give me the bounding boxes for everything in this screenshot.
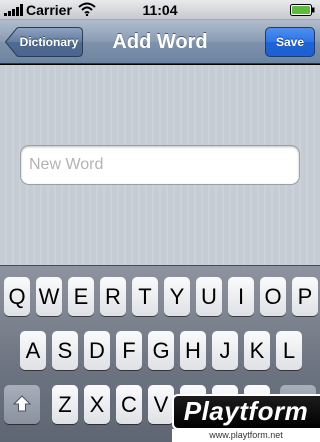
key-l[interactable]: L: [276, 331, 302, 370]
key-g[interactable]: G: [148, 331, 174, 370]
navigation-bar: Dictionary Add Word Save: [0, 20, 320, 64]
battery-icon: [290, 4, 315, 16]
key-y[interactable]: Y: [164, 277, 190, 316]
key-o[interactable]: O: [260, 277, 286, 316]
key-i[interactable]: I: [228, 277, 254, 316]
key-u[interactable]: U: [196, 277, 222, 316]
key-q[interactable]: Q: [4, 277, 30, 316]
key-k[interactable]: K: [244, 331, 270, 370]
watermark-brand: Playtform: [183, 396, 309, 426]
shift-key[interactable]: [4, 385, 40, 424]
key-h[interactable]: H: [180, 331, 206, 370]
key-v[interactable]: V: [148, 385, 174, 424]
key-w[interactable]: W: [36, 277, 62, 316]
key-t[interactable]: T: [132, 277, 158, 316]
key-c[interactable]: C: [116, 385, 142, 424]
clock: 11:04: [142, 2, 178, 18]
watermark-url: www.playtform.net: [172, 429, 320, 442]
key-e[interactable]: E: [68, 277, 94, 316]
new-word-input[interactable]: [20, 145, 300, 185]
shift-arrow-icon: [13, 395, 31, 412]
key-a[interactable]: A: [20, 331, 46, 370]
playtform-watermark: Playtform www.playtform.net: [172, 394, 320, 442]
key-r[interactable]: R: [100, 277, 126, 316]
key-j[interactable]: J: [212, 331, 238, 370]
save-button[interactable]: Save: [265, 27, 315, 57]
status-bar: Carrier 11:04: [0, 0, 320, 20]
key-z[interactable]: Z: [52, 385, 78, 424]
key-s[interactable]: S: [52, 331, 78, 370]
key-d[interactable]: D: [84, 331, 110, 370]
key-x[interactable]: X: [84, 385, 110, 424]
key-f[interactable]: F: [116, 331, 142, 370]
key-p[interactable]: P: [292, 277, 318, 316]
content-area: [0, 65, 320, 265]
